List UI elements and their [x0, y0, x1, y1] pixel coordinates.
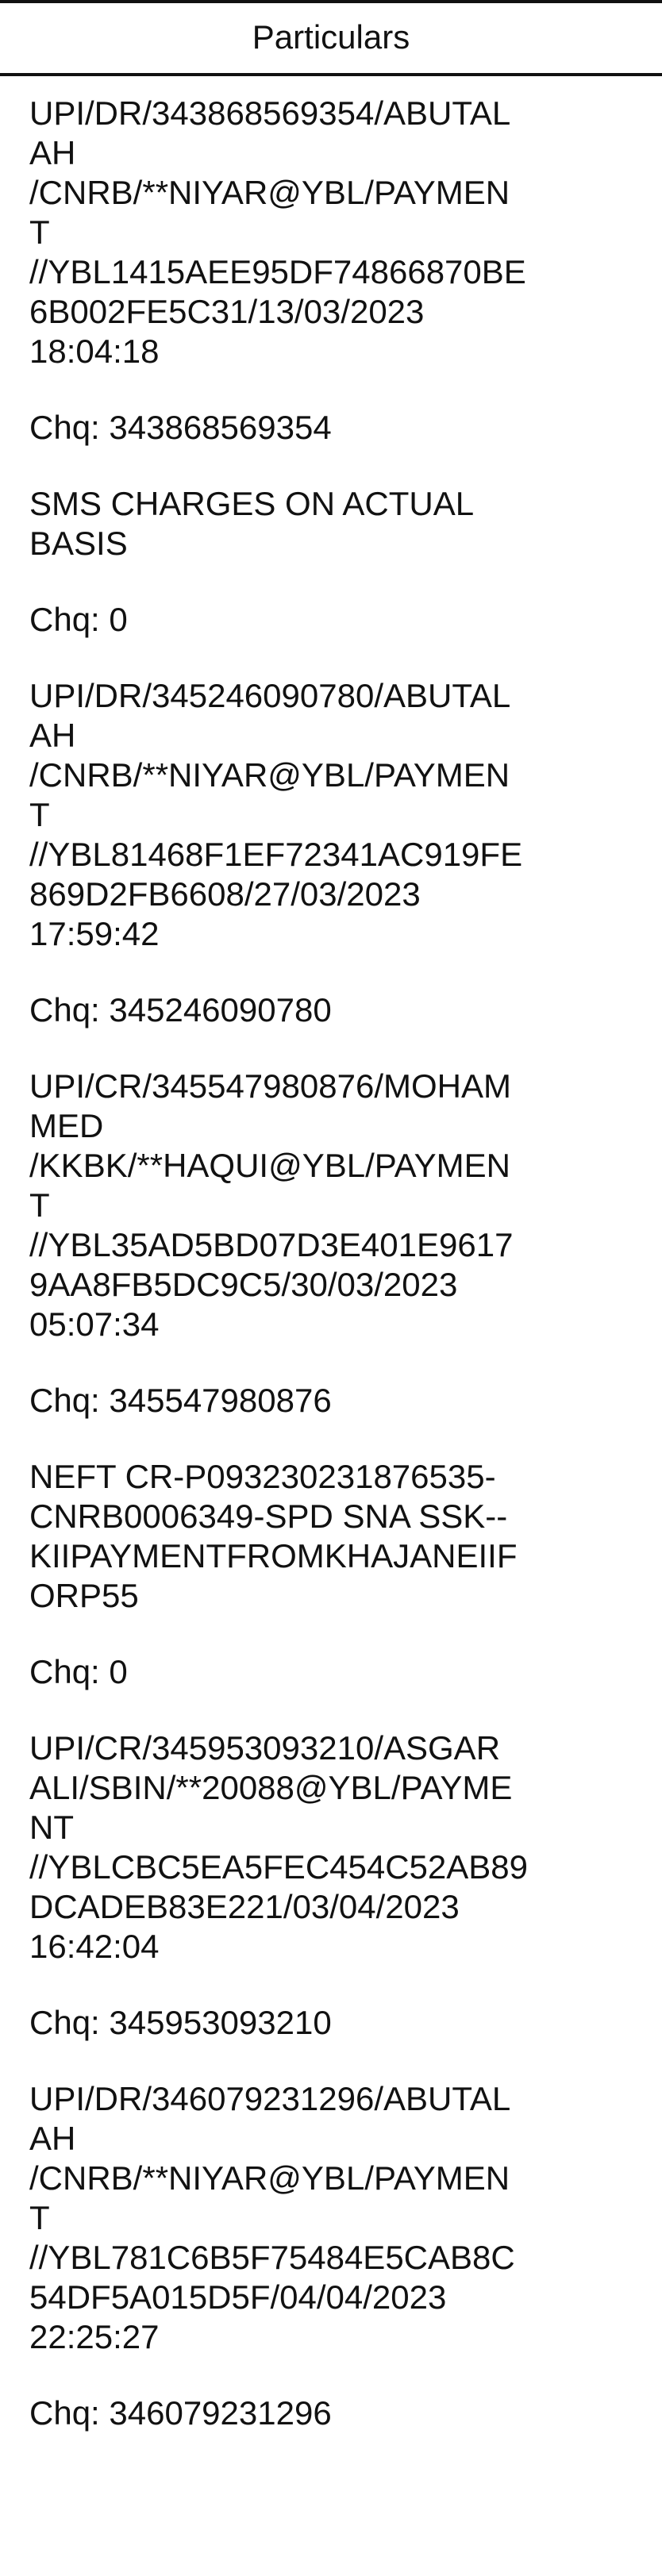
cheque-number: Chq: 345547980876: [29, 1382, 332, 1419]
description-line: 17:59:42: [29, 915, 160, 952]
transaction-entry: UPI/DR/345246090780/ABUTAL AH /CNRB/**NI…: [29, 676, 656, 1030]
description-line: //YBL35AD5BD07D3E401E9617: [29, 1226, 514, 1263]
description-line: 9AA8FB5DC9C5/30/03/2023: [29, 1266, 458, 1303]
cheque-number: Chq: 0: [29, 1653, 128, 1690]
particulars-list: UPI/DR/343868569354/ABUTAL AH /CNRB/**NI…: [29, 94, 656, 2470]
description-line: NEFT CR-P093230231876535-: [29, 1458, 496, 1495]
header-rule: [0, 73, 662, 76]
description-line: AH: [29, 2120, 76, 2157]
description-line: 05:07:34: [29, 1305, 160, 1343]
description-line: UPI/CR/345547980876/MOHAM: [29, 1067, 511, 1105]
description-line: AH: [29, 134, 76, 171]
description-line: 6B002FE5C31/13/03/2023: [29, 293, 425, 330]
cheque-number: Chq: 345246090780: [29, 991, 332, 1028]
description-line: UPI/DR/343868569354/ABUTAL: [29, 94, 511, 132]
description-line: 869D2FB6608/27/03/2023: [29, 875, 421, 913]
description-line: T: [29, 2199, 50, 2236]
transaction-entry: NEFT CR-P093230231876535- CNRB0006349-SP…: [29, 1457, 656, 1692]
description-line: UPI/DR/345246090780/ABUTAL: [29, 677, 511, 714]
description-line: /CNRB/**NIYAR@YBL/PAYMEN: [29, 174, 510, 211]
column-header-label: Particulars: [252, 18, 410, 56]
description-line: T: [29, 213, 50, 251]
description-line: KIIPAYMENTFROMKHAJANEIIF: [29, 1537, 518, 1574]
description-line: //YBLCBC5EA5FEC454C52AB89: [29, 1848, 529, 1886]
description-line: ALI/SBIN/**20088@YBL/PAYME: [29, 1769, 513, 1806]
description-line: CNRB0006349-SPD SNA SSK--: [29, 1498, 508, 1535]
column-header: Particulars: [0, 3, 662, 71]
description-line: ORP55: [29, 1577, 139, 1614]
description-line: 18:04:18: [29, 333, 160, 370]
description-line: MED: [29, 1107, 104, 1144]
description-line: T: [29, 1186, 50, 1224]
description-line: UPI/DR/346079231296/ABUTAL: [29, 2080, 511, 2117]
description-line: DCADEB83E221/03/04/2023: [29, 1888, 460, 1925]
description-line: 22:25:27: [29, 2318, 160, 2355]
transaction-description: UPI/CR/345953093210/ASGAR ALI/SBIN/**200…: [29, 1728, 656, 1967]
transaction-entry: UPI/CR/345953093210/ASGAR ALI/SBIN/**200…: [29, 1728, 656, 2043]
description-line: T: [29, 796, 50, 833]
description-line: //YBL81468F1EF72341AC919FE: [29, 836, 523, 873]
description-line: /CNRB/**NIYAR@YBL/PAYMEN: [29, 756, 510, 794]
description-line: //YBL781C6B5F75484E5CAB8C: [29, 2239, 515, 2276]
transaction-entry: SMS CHARGES ON ACTUAL BASIS Chq: 0: [29, 484, 656, 640]
description-line: UPI/CR/345953093210/ASGAR: [29, 1729, 501, 1767]
description-line: //YBL1415AEE95DF74866870BE: [29, 253, 526, 290]
cheque-number: Chq: 0: [29, 601, 128, 638]
transaction-description: SMS CHARGES ON ACTUAL BASIS: [29, 484, 656, 563]
description-line: AH: [29, 717, 76, 754]
description-line: /CNRB/**NIYAR@YBL/PAYMEN: [29, 2159, 510, 2197]
description-line: NT: [29, 1809, 74, 1846]
description-line: SMS CHARGES ON ACTUAL: [29, 485, 475, 522]
transaction-description: UPI/DR/345246090780/ABUTAL AH /CNRB/**NI…: [29, 676, 656, 954]
transaction-description: UPI/DR/346079231296/ABUTAL AH /CNRB/**NI…: [29, 2079, 656, 2357]
transaction-description: NEFT CR-P093230231876535- CNRB0006349-SP…: [29, 1457, 656, 1616]
description-line: 16:42:04: [29, 1928, 160, 1965]
transaction-description: UPI/DR/343868569354/ABUTAL AH /CNRB/**NI…: [29, 94, 656, 371]
cheque-number: Chq: 346079231296: [29, 2394, 332, 2432]
description-line: /KKBK/**HAQUI@YBL/PAYMEN: [29, 1147, 510, 1184]
transaction-entry: UPI/DR/343868569354/ABUTAL AH /CNRB/**NI…: [29, 94, 656, 448]
description-line: BASIS: [29, 525, 128, 562]
transaction-entry: UPI/CR/345547980876/MOHAM MED /KKBK/**HA…: [29, 1067, 656, 1421]
transaction-description: UPI/CR/345547980876/MOHAM MED /KKBK/**HA…: [29, 1067, 656, 1344]
cheque-number: Chq: 343868569354: [29, 409, 332, 446]
description-line: 54DF5A015D5F/04/04/2023: [29, 2278, 447, 2316]
cheque-number: Chq: 345953093210: [29, 2004, 332, 2041]
transaction-entry: UPI/DR/346079231296/ABUTAL AH /CNRB/**NI…: [29, 2079, 656, 2433]
